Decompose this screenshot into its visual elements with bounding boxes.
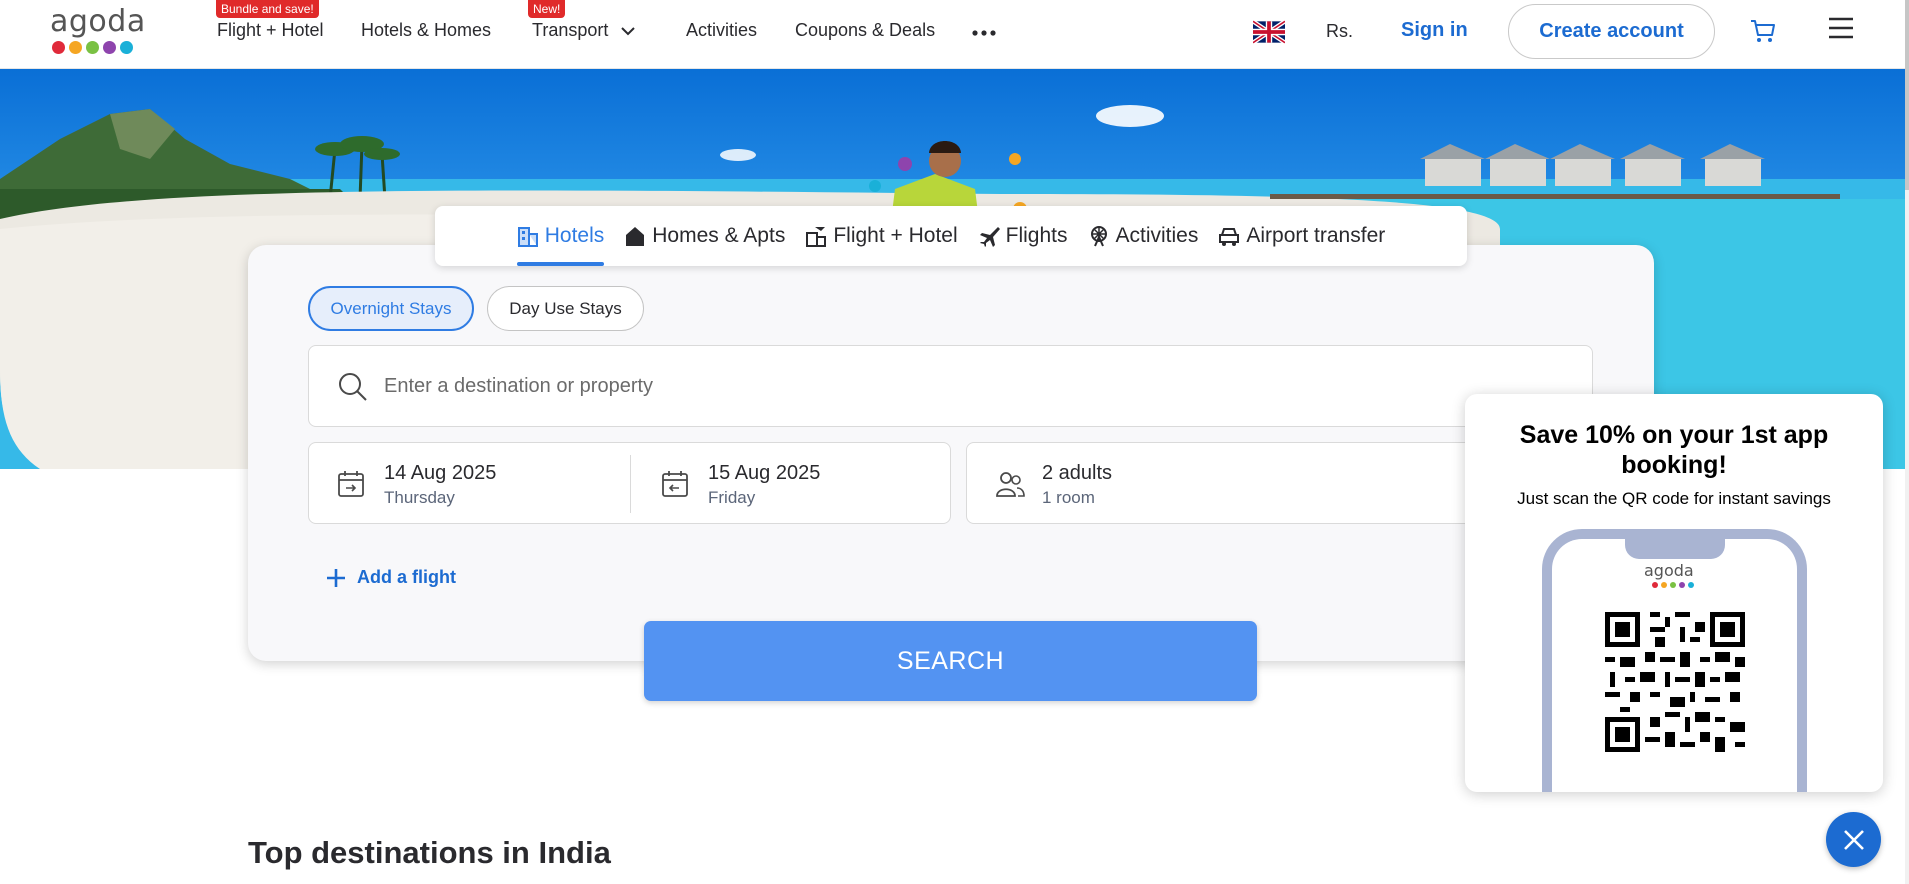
nav-coupons-deals[interactable]: Coupons & Deals xyxy=(795,20,935,41)
logo-dots xyxy=(52,41,150,54)
product-tabs: Hotels Homes & Apts Flight + Hotel Fligh… xyxy=(435,206,1467,266)
add-flight-link[interactable]: Add a flight xyxy=(326,567,456,588)
more-horizontal-icon[interactable] xyxy=(970,22,1000,42)
home-icon xyxy=(626,227,645,246)
nav-transport-label: Transport xyxy=(532,20,609,40)
check-out-date-value: 15 Aug 2025 xyxy=(708,462,821,484)
tab-flight-hotel[interactable]: Flight + Hotel xyxy=(795,206,967,266)
tab-flights-label: Flights xyxy=(1005,224,1068,247)
day-use-stays-toggle[interactable]: Day Use Stays xyxy=(487,286,644,331)
logo-dot xyxy=(52,41,65,54)
logo-dot xyxy=(1652,582,1658,588)
logo-dot xyxy=(1679,582,1685,588)
cart-icon[interactable] xyxy=(1749,17,1777,45)
check-out-day: Friday xyxy=(708,488,756,507)
bundle-badge: Bundle and save! xyxy=(216,0,319,18)
hamburger-menu-icon[interactable] xyxy=(1828,16,1854,40)
date-divider xyxy=(630,455,631,513)
section-title: Top destinations in India xyxy=(248,835,611,870)
adults-count: 2 adults xyxy=(1042,462,1113,484)
destination-field[interactable] xyxy=(308,345,1593,427)
nav-activities[interactable]: Activities xyxy=(686,20,757,41)
rooms-count: 1 room xyxy=(1042,488,1095,507)
tab-activities-label: Activities xyxy=(1115,224,1199,247)
qr-code[interactable] xyxy=(1605,612,1745,752)
agoda-logo[interactable]: agoda xyxy=(50,6,150,56)
overnight-stays-toggle[interactable]: Overnight Stays xyxy=(308,286,474,331)
plus-icon xyxy=(327,568,345,587)
close-icon xyxy=(1843,829,1864,850)
tab-hotels-label: Hotels xyxy=(544,224,605,247)
logo-dot xyxy=(1661,582,1667,588)
calendar-check-out-icon xyxy=(662,471,688,497)
check-out-date[interactable]: 15 Aug 2025 Friday xyxy=(633,443,933,525)
search-icon xyxy=(339,373,367,401)
page-scrollbar[interactable] xyxy=(1905,0,1909,884)
airplane-icon xyxy=(979,227,1000,247)
logo-dot xyxy=(120,41,133,54)
flight-hotel-icon xyxy=(806,227,827,247)
create-account-button[interactable]: Create account xyxy=(1508,4,1715,59)
tab-hotels[interactable]: Hotels xyxy=(507,206,615,266)
tab-activities[interactable]: Activities xyxy=(1078,206,1209,266)
tab-airport-transfer[interactable]: Airport transfer xyxy=(1208,206,1395,266)
guests-icon xyxy=(996,472,1025,497)
nav-flight-hotel[interactable]: Flight + Hotel xyxy=(217,20,324,41)
promo-subtitle: Just scan the QR code for instant saving… xyxy=(1517,489,1831,508)
close-popup-button[interactable] xyxy=(1826,812,1881,867)
tab-flights[interactable]: Flights xyxy=(968,206,1078,266)
search-panel: Overnight Stays Day Use Stays 14 Aug 202… xyxy=(248,245,1654,661)
tab-homes-apts-label: Homes & Apts xyxy=(652,224,786,247)
logo-dot xyxy=(69,41,82,54)
add-flight-label: Add a flight xyxy=(357,567,456,587)
tab-flight-hotel-label: Flight + Hotel xyxy=(833,224,958,247)
phone-logo: agoda xyxy=(1644,561,1694,580)
app-promo-popup: Save 10% on your 1st app booking! Just s… xyxy=(1465,394,1883,792)
check-in-date-value: 14 Aug 2025 xyxy=(384,462,497,484)
new-badge: New! xyxy=(528,0,566,18)
ferris-wheel-icon xyxy=(1090,226,1107,247)
nav-transport[interactable]: Transport xyxy=(532,20,636,41)
phone-notch xyxy=(1625,537,1725,559)
check-in-date[interactable]: 14 Aug 2025 Thursday xyxy=(309,443,609,525)
tab-homes-apts[interactable]: Homes & Apts xyxy=(614,206,795,266)
logo-wordmark: agoda xyxy=(50,4,146,39)
logo-dot xyxy=(103,41,116,54)
destination-input[interactable] xyxy=(384,366,1564,406)
top-header: agoda Bundle and save! Flight + Hotel Ho… xyxy=(0,0,1905,69)
scrollbar-thumb[interactable] xyxy=(1905,0,1909,190)
phone-mockup: agoda xyxy=(1542,529,1807,792)
logo-dot xyxy=(1688,582,1694,588)
tab-airport-transfer-label: Airport transfer xyxy=(1246,224,1386,247)
chevron-down-icon xyxy=(621,27,636,36)
calendar-check-in-icon xyxy=(338,471,364,497)
sign-in-link[interactable]: Sign in xyxy=(1401,19,1468,42)
search-button[interactable]: SEARCH xyxy=(644,621,1257,701)
hotel-building-icon xyxy=(517,227,538,247)
nav-hotels-homes[interactable]: Hotels & Homes xyxy=(361,20,491,41)
phone-logo-dots xyxy=(1652,582,1694,588)
car-icon xyxy=(1219,228,1240,246)
logo-dot xyxy=(1670,582,1676,588)
currency-selector[interactable]: Rs. xyxy=(1326,21,1353,42)
check-in-day: Thursday xyxy=(384,488,455,507)
date-range-field: 14 Aug 2025 Thursday 15 Aug 2025 Friday xyxy=(308,442,951,524)
uk-flag-icon[interactable] xyxy=(1253,20,1285,44)
logo-dot xyxy=(86,41,99,54)
promo-title: Save 10% on your 1st app booking! xyxy=(1519,421,1829,479)
